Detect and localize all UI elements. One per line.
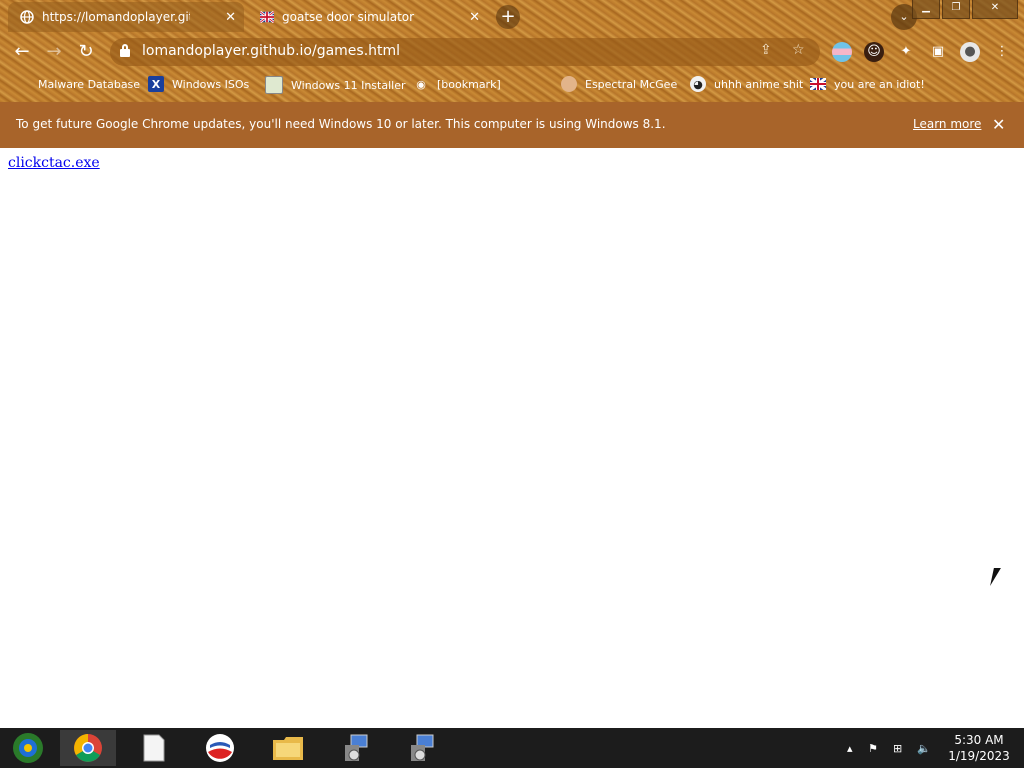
tab-title: goatse door simulator bbox=[282, 10, 415, 24]
document-icon bbox=[143, 734, 165, 762]
obama-logo-icon bbox=[206, 734, 234, 762]
clock-time: 5:30 AM bbox=[954, 733, 1004, 747]
bookmark-icon bbox=[14, 76, 30, 92]
toolbar: ← → ↻ lomandoplayer.github.io/games.html… bbox=[0, 36, 1024, 68]
url-text[interactable]: lomandoplayer.github.io/games.html bbox=[142, 43, 400, 59]
clock-date: 1/19/2023 bbox=[948, 749, 1010, 763]
new-tab-button[interactable]: + bbox=[496, 5, 520, 29]
chrome-icon bbox=[74, 734, 102, 762]
bookmark-label: Espectral McGee bbox=[585, 77, 678, 91]
bookmark-label: [bookmark] bbox=[437, 77, 501, 91]
page-content: clickctac.exe bbox=[0, 148, 1024, 728]
union-jack-icon bbox=[810, 76, 826, 92]
maximize-button[interactable]: ❐ bbox=[942, 0, 970, 19]
bookmark-item[interactable]: Windows 11 Installer bbox=[265, 76, 406, 94]
taskbar: ▴ ⚑ ⊞ 🔈 5:30 AM 1/19/2023 bbox=[0, 728, 1024, 768]
bookmark-item[interactable]: ◕ uhhh anime shit bbox=[690, 76, 803, 92]
star-icon[interactable]: ☆ bbox=[792, 42, 805, 58]
tab-strip: https://lomandoplayer.github.io/g ✕ goat… bbox=[0, 0, 1024, 34]
folder-icon bbox=[273, 737, 303, 760]
bookmark-item[interactable]: Espectral McGee bbox=[561, 76, 677, 92]
start-button[interactable] bbox=[0, 730, 56, 766]
avatar-extension-icon[interactable]: ☺ bbox=[864, 42, 884, 62]
tab-second[interactable]: goatse door simulator ✕ bbox=[248, 2, 488, 32]
bookmark-item[interactable]: X Windows ISOs bbox=[148, 76, 249, 92]
bookmarks-bar: Malware Database X Windows ISOs Windows … bbox=[0, 72, 1024, 96]
reload-icon[interactable]: ↻ bbox=[74, 40, 98, 64]
window-controls: ▁ ❐ ✕ bbox=[910, 0, 1018, 19]
installer-icon bbox=[345, 734, 368, 761]
x-logo-icon: X bbox=[148, 76, 164, 92]
puzzle-icon[interactable]: ✦ bbox=[896, 42, 916, 62]
taskbar-notepad[interactable] bbox=[126, 730, 182, 766]
system-clock[interactable]: 5:30 AM 1/19/2023 bbox=[946, 732, 1012, 764]
bookmark-item[interactable]: ◉ [bookmark] bbox=[413, 76, 501, 92]
close-icon[interactable]: ✕ bbox=[992, 115, 1005, 134]
bookmark-item[interactable]: Malware Database bbox=[14, 76, 140, 92]
tab-games[interactable]: https://lomandoplayer.github.io/g ✕ bbox=[8, 2, 244, 32]
lock-icon[interactable] bbox=[120, 44, 130, 58]
tab-title: https://lomandoplayer.github.io/g bbox=[42, 10, 190, 24]
volume-icon[interactable]: 🔈 bbox=[917, 742, 931, 755]
flag-extension-icon[interactable] bbox=[832, 42, 852, 62]
download-link[interactable]: clickctac.exe bbox=[8, 155, 100, 171]
browser-frame: https://lomandoplayer.github.io/g ✕ goat… bbox=[0, 0, 1024, 102]
taskbar-chrome[interactable] bbox=[60, 730, 116, 766]
bookmark-label: uhhh anime shit bbox=[714, 77, 804, 91]
union-jack-icon bbox=[260, 10, 274, 24]
action-center-flag-icon[interactable]: ⚑ bbox=[868, 742, 878, 755]
update-infobar: To get future Google Chrome updates, you… bbox=[0, 102, 1024, 148]
taskbar-installer-2[interactable] bbox=[394, 730, 450, 766]
learn-more-link[interactable]: Learn more bbox=[913, 117, 981, 131]
address-bar[interactable]: lomandoplayer.github.io/games.html ⇪ ☆ bbox=[110, 38, 820, 66]
close-window-button[interactable]: ✕ bbox=[972, 0, 1018, 19]
face-icon bbox=[561, 76, 577, 92]
bookmark-label: Malware Database bbox=[38, 77, 141, 91]
back-icon[interactable]: ← bbox=[10, 40, 34, 64]
taskbar-installer-1[interactable] bbox=[328, 730, 384, 766]
minimize-button[interactable]: ▁ bbox=[912, 0, 940, 19]
image-icon bbox=[265, 76, 283, 94]
profile-icon[interactable]: ● bbox=[960, 42, 980, 62]
globe-icon bbox=[20, 10, 34, 24]
side-panel-icon[interactable]: ▣ bbox=[928, 42, 948, 62]
close-tab-icon[interactable]: ✕ bbox=[225, 10, 236, 25]
close-tab-icon[interactable]: ✕ bbox=[469, 10, 480, 25]
share-icon[interactable]: ⇪ bbox=[760, 42, 772, 58]
bookmark-label: Windows 11 Installer bbox=[291, 78, 406, 92]
network-icon[interactable]: ⊞ bbox=[893, 742, 902, 755]
taskbar-explorer[interactable] bbox=[260, 730, 316, 766]
bookmark-item[interactable]: you are an idiot! bbox=[810, 76, 925, 92]
show-hidden-icons-icon[interactable]: ▴ bbox=[847, 742, 853, 755]
start-orb-icon bbox=[13, 733, 43, 763]
taskbar-app[interactable] bbox=[192, 730, 248, 766]
forward-icon[interactable]: → bbox=[42, 40, 66, 64]
bookmark-label: Windows ISOs bbox=[172, 77, 250, 91]
menu-icon[interactable]: ⋮ bbox=[992, 42, 1012, 62]
infobar-message: To get future Google Chrome updates, you… bbox=[16, 117, 666, 131]
disc-icon: ◉ bbox=[416, 77, 426, 91]
bookmark-label: you are an idiot! bbox=[834, 77, 925, 91]
installer-icon bbox=[411, 734, 434, 761]
anime-face-icon: ◕ bbox=[690, 76, 706, 92]
